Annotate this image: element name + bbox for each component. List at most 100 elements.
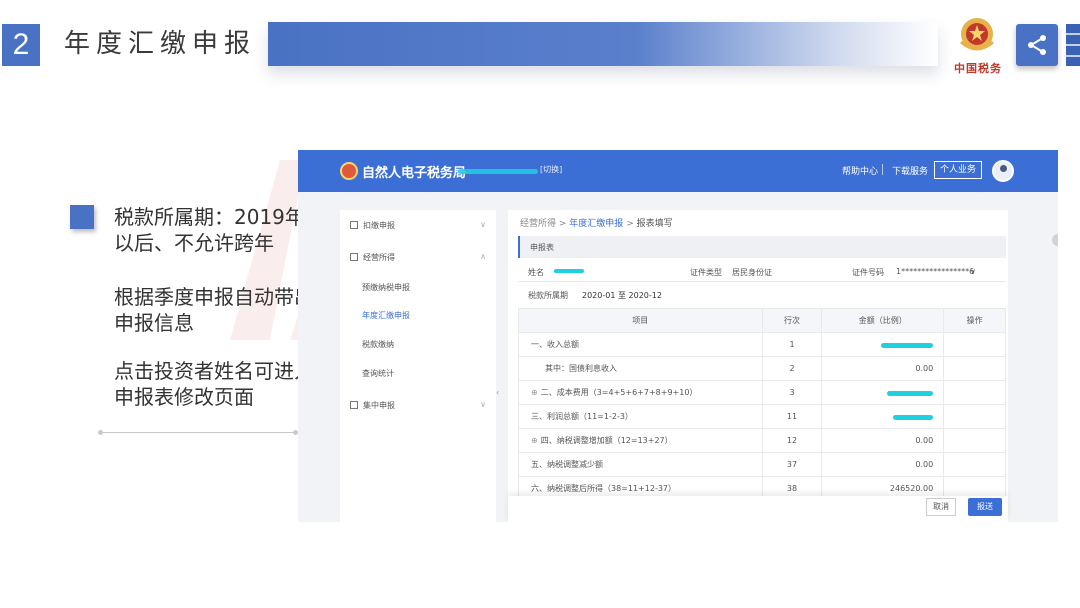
row-line: 37 — [761, 452, 823, 477]
redacted-name[interactable] — [554, 269, 584, 273]
chevron-down-icon: ∨ — [480, 220, 486, 229]
breadcrumb-separator: > — [558, 219, 570, 229]
title-bar-decoration — [268, 22, 938, 66]
share-button[interactable] — [1016, 24, 1058, 66]
table-row[interactable]: 三、利润总额（11=1-2-3） 11 — [518, 404, 1006, 429]
row-item: ⊕ 二、成本费用（3=4+5+6+7+8+9+10） — [518, 380, 763, 405]
personal-business-button[interactable]: 个人业务 — [934, 161, 982, 179]
document-icon — [350, 253, 358, 261]
app-name: 自然人电子税务局 — [362, 166, 467, 181]
divider — [98, 430, 298, 435]
row-item: 五、纳税调整减少额 — [518, 452, 763, 477]
sidebar-subitem-prepay[interactable]: 预缴纳税申报 — [362, 282, 410, 293]
row-action — [943, 452, 1006, 477]
column-header: 项目 — [518, 308, 763, 333]
sidebar-subitem-query[interactable]: 查询统计 — [362, 368, 394, 379]
bullet-text-2: 根据季度申报自动带出申报信息 — [114, 285, 314, 335]
row-action — [943, 428, 1006, 453]
sidebar-item-business-income[interactable]: 经营所得 ∧ — [350, 252, 486, 263]
expand-icon[interactable]: ⊕ — [531, 436, 538, 445]
row-item: 一、收入总额 — [518, 332, 763, 357]
id-type-label: 证件类型 — [690, 268, 722, 277]
name-label: 姓名 — [528, 268, 544, 277]
tax-period-value: 2020-01 至 2020-12 — [582, 291, 662, 300]
chevron-down-icon[interactable]: ∨ — [970, 267, 976, 276]
row-action — [943, 380, 1006, 405]
row-line: 3 — [761, 380, 823, 405]
sidebar: 扣缴申报 ∨ 经营所得 ∧ 预缴纳税申报 年度汇缴申报 税款缴纳 查询统计 集中… — [340, 210, 496, 522]
slide-number: 2 — [2, 24, 40, 66]
edge-decoration — [1066, 24, 1080, 66]
download-service-link[interactable]: 下载服务 — [892, 164, 928, 177]
slide-title: 年度汇缴申报 — [64, 29, 257, 59]
row-amount: 0.00 — [821, 428, 945, 453]
breadcrumb-middle[interactable]: 年度汇缴申报 — [569, 219, 623, 229]
panel-title: 申报表 — [530, 243, 554, 252]
row-amount — [821, 380, 945, 405]
scroll-handle[interactable] — [1052, 234, 1058, 246]
id-type-value: 居民身份证 — [732, 268, 772, 277]
submit-button[interactable]: 报送 — [968, 498, 1002, 516]
column-header: 行次 — [761, 308, 823, 333]
sidebar-subitem-payment[interactable]: 税款缴纳 — [362, 339, 394, 350]
collapse-sidebar-icon[interactable]: ‹ — [496, 388, 499, 397]
table-header-row: 项目 行次 金额（比例） 操作 — [518, 308, 1006, 333]
chevron-down-icon: ∨ — [480, 400, 486, 409]
bullet-marker — [70, 205, 94, 229]
breadcrumb-current: 报表填写 — [636, 219, 673, 229]
cancel-button[interactable]: 取消 — [926, 498, 956, 516]
switch-link[interactable]: [切换] — [540, 164, 562, 175]
redacted-amount — [887, 391, 934, 396]
redacted-amount — [881, 343, 934, 348]
row-action — [943, 404, 1006, 429]
column-header: 操作 — [943, 308, 1006, 333]
row-amount: 0.00 — [821, 356, 945, 381]
breadcrumb: 经营所得 > 年度汇缴申报 > 报表填写 — [520, 216, 673, 229]
table-row[interactable]: 五、纳税调整减少额 37 0.00 — [518, 452, 1006, 477]
id-number-label: 证件号码 — [852, 268, 884, 277]
document-icon — [350, 221, 358, 229]
main-content: 经营所得 > 年度汇缴申报 > 报表填写 申报表 姓名 证件类型 居民身份证 证… — [508, 210, 1008, 522]
row-amount — [821, 404, 945, 429]
table-row[interactable]: ⊕ 二、成本费用（3=4+5+6+7+8+9+10） 3 — [518, 380, 1006, 405]
tax-period: 税款所属期 2020-01 至 2020-12 — [528, 290, 662, 301]
row-line: 1 — [761, 332, 823, 357]
avatar[interactable] — [992, 160, 1014, 182]
row-action — [943, 332, 1006, 357]
logo-text: 中国税务 — [954, 62, 1002, 75]
bullet-text-1: 税款所属期：2019年以后、不允许跨年 — [114, 205, 305, 255]
app-screenshot: 自然人电子税务局 [切换] 帮助中心 下载服务 个人业务 扣缴申报 ∨ 经营所得… — [298, 150, 1058, 522]
header-separator — [882, 164, 883, 175]
sidebar-item-withholding[interactable]: 扣缴申报 ∨ — [350, 220, 486, 231]
column-header: 金额（比例） — [821, 308, 945, 333]
document-icon — [350, 401, 358, 409]
app-header: 自然人电子税务局 [切换] 帮助中心 下载服务 个人业务 — [298, 150, 1058, 192]
sidebar-subitem-annual[interactable]: 年度汇缴申报 — [362, 310, 410, 321]
taxpayer-info-row: 姓名 证件类型 居民身份证 证件号码 1*****************6 ∨ — [518, 260, 1006, 282]
row-item: 其中：国债利息收入 — [518, 356, 763, 381]
bullet-text-3: 点击投资者姓名可进入申报表修改页面 — [114, 359, 314, 409]
table-row[interactable]: 其中：国债利息收入 2 0.00 — [518, 356, 1006, 381]
redacted-amount — [893, 415, 934, 420]
table-row[interactable]: ⊕ 四、纳税调整增加额（12=13+27） 12 0.00 — [518, 428, 1006, 453]
row-line: 12 — [761, 428, 823, 453]
share-icon — [1028, 35, 1046, 55]
table-row[interactable]: 一、收入总额 1 — [518, 332, 1006, 357]
redacted-region — [458, 169, 538, 174]
tax-logo-icon — [340, 162, 358, 180]
tax-period-label: 税款所属期 — [528, 291, 568, 300]
row-amount — [821, 332, 945, 357]
row-item: 三、利润总额（11=1-2-3） — [518, 404, 763, 429]
id-number-value: 1*****************6 — [896, 267, 975, 276]
sidebar-item-centralized[interactable]: 集中申报 ∨ — [350, 400, 486, 411]
row-line: 2 — [761, 356, 823, 381]
help-center-link[interactable]: 帮助中心 — [842, 164, 878, 177]
chevron-up-icon: ∧ — [480, 252, 486, 261]
row-line: 11 — [761, 404, 823, 429]
row-amount: 0.00 — [821, 452, 945, 477]
row-item: ⊕ 四、纳税调整增加额（12=13+27） — [518, 428, 763, 453]
expand-icon[interactable]: ⊕ — [531, 388, 538, 397]
declaration-table: 项目 行次 金额（比例） 操作 一、收入总额 1 其中：国债利息收入 2 0.0… — [518, 308, 1006, 501]
row-action — [943, 356, 1006, 381]
breadcrumb-root[interactable]: 经营所得 — [520, 219, 556, 229]
